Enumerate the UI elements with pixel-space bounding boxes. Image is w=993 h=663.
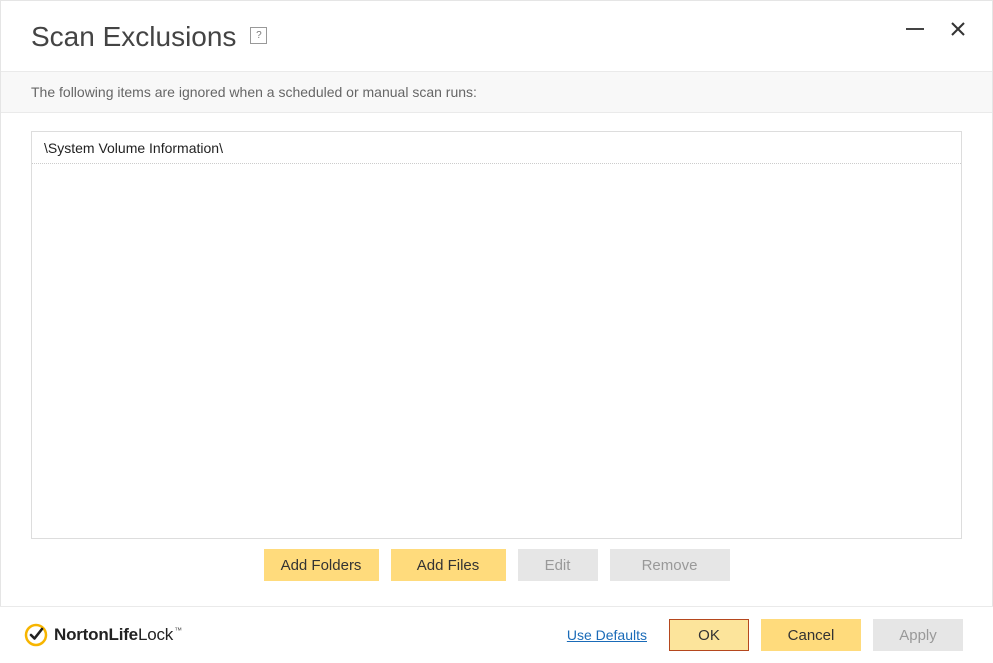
ok-button[interactable]: OK <box>669 619 749 651</box>
add-folders-button[interactable]: Add Folders <box>264 549 379 581</box>
subheader-text: The following items are ignored when a s… <box>1 71 992 113</box>
list-actions: Add Folders Add Files Edit Remove <box>31 549 962 581</box>
exclusions-list[interactable]: \System Volume Information\ <box>31 131 962 539</box>
brand-logo: NortonLifeLock™ <box>24 623 182 647</box>
use-defaults-link[interactable]: Use Defaults <box>567 627 647 643</box>
list-item[interactable]: \System Volume Information\ <box>32 132 961 164</box>
footer-buttons: OK Cancel Apply <box>669 619 963 651</box>
minimize-icon[interactable] <box>906 28 924 30</box>
help-icon[interactable]: ? <box>250 27 267 44</box>
footer-actions: Use Defaults OK Cancel Apply <box>567 619 963 651</box>
remove-button: Remove <box>610 549 730 581</box>
page-title: Scan Exclusions <box>31 21 236 53</box>
add-files-button[interactable]: Add Files <box>391 549 506 581</box>
brand-text: NortonLifeLock™ <box>54 625 182 645</box>
cancel-button[interactable]: Cancel <box>761 619 861 651</box>
footer: NortonLifeLock™ Use Defaults OK Cancel A… <box>0 606 993 663</box>
header: Scan Exclusions ? <box>1 1 992 71</box>
edit-button: Edit <box>518 549 598 581</box>
content-area: \System Volume Information\ Add Folders … <box>1 113 992 581</box>
close-icon[interactable] <box>950 21 966 37</box>
apply-button: Apply <box>873 619 963 651</box>
checkmark-circle-icon <box>24 623 48 647</box>
window-controls <box>906 21 966 37</box>
